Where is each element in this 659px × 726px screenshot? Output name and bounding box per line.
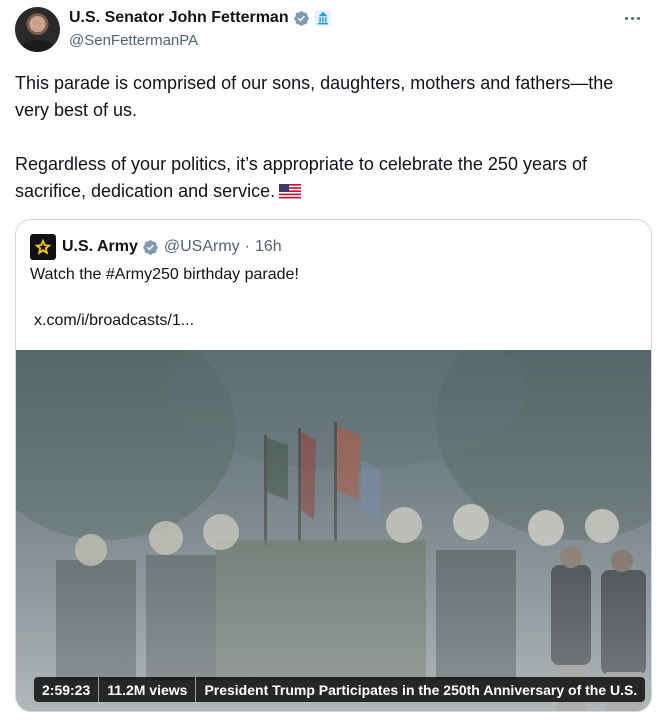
quoted-author-name[interactable]: U.S. Army [62,238,138,256]
meta-separator: · [244,238,250,255]
quoted-tweet-link[interactable]: x.com/i/broadcasts/1... [34,312,194,330]
dot [636,16,640,20]
verified-badge-icon[interactable] [142,239,159,256]
video-views: 11.2M views [107,681,188,698]
dot [624,16,628,20]
us-flag-emoji [279,184,302,199]
parade-scene [16,350,651,711]
author-handle[interactable]: @SenFettermanPA [69,32,332,49]
avatar-shirt [21,40,54,52]
video-title: President Trump Participates in the 250t… [204,681,638,698]
government-badge-icon[interactable] [314,9,332,27]
dot [630,16,634,20]
quoted-tweet-text: Watch the #Army250 birthday parade! [30,266,299,283]
broadcast-video-thumbnail[interactable]: 2:59:23 11.2M views President Trump Part… [16,350,651,711]
video-info-bar: 2:59:23 11.2M views President Trump Part… [34,677,646,702]
army-star-icon[interactable] [30,234,56,260]
tweet-text: This parade is comprised of our sons, da… [15,73,614,201]
quoted-timestamp[interactable]: 16h [255,238,282,256]
author-name-row: U.S. Senator John Fetterman [69,8,332,28]
author-block: U.S. Senator John Fetterman @SenFetterma… [69,8,332,49]
tweet-text-block: This parade is comprised of our sons, da… [15,70,650,205]
author-avatar[interactable] [15,7,60,52]
quoted-tweet-card[interactable]: U.S. Army @USArmy · 16h Watch the #Army2… [15,219,652,712]
author-name[interactable]: U.S. Senator John Fetterman [69,9,289,27]
video-duration: 2:59:23 [42,681,91,698]
verified-badge-icon[interactable] [293,10,310,27]
quoted-author-handle[interactable]: @USArmy [164,238,240,256]
quoted-tweet-header: U.S. Army @USArmy · 16h [30,234,282,260]
more-options-icon[interactable] [621,8,643,28]
